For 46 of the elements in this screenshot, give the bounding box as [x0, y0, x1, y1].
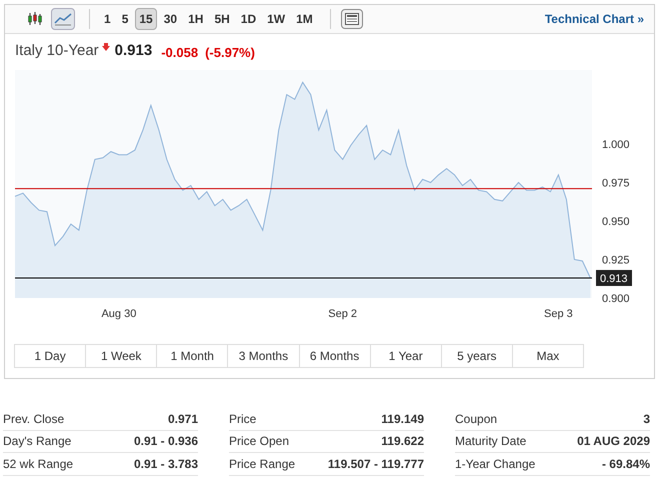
- line-chart-icon: [54, 12, 72, 26]
- stat-label: Price Open: [229, 433, 290, 450]
- table-view-button[interactable]: [340, 9, 363, 29]
- instrument-name: Italy 10-Year: [15, 40, 99, 60]
- interval-button[interactable]: 15: [135, 8, 157, 30]
- stat-value: 01 AUG 2029: [577, 433, 650, 450]
- price-marker: 0.913: [596, 270, 632, 286]
- stat-label: Coupon: [455, 410, 498, 428]
- y-tick-label: 1.000: [602, 138, 630, 151]
- y-tick-label: 0.950: [602, 216, 630, 228]
- y-tick-label: 0.925: [602, 254, 630, 266]
- interval-button[interactable]: 1: [100, 8, 115, 30]
- stat-value: 119.622: [381, 433, 424, 450]
- x-tick-label: Sep 3: [544, 308, 573, 320]
- stat-label: Prev. Close: [3, 410, 64, 428]
- stat-label: Price: [229, 410, 256, 428]
- y-tick-label: 0.900: [602, 293, 630, 305]
- stat-label: 52 wk Range: [3, 456, 74, 473]
- percent-change: (-5.97%): [205, 44, 255, 62]
- x-tick-label: Aug 30: [101, 308, 136, 320]
- stat-value: 0.91 - 3.783: [134, 456, 198, 473]
- stat-label: Day's Range: [3, 433, 72, 450]
- stat-label: 1-Year Change: [455, 456, 536, 473]
- interval-button[interactable]: 5H: [210, 8, 234, 30]
- interval-button[interactable]: 1D: [236, 8, 260, 30]
- ref-line-label: 0.913: [600, 272, 628, 285]
- interval-button[interactable]: 1W: [263, 8, 290, 30]
- stat-value: 119.149: [381, 410, 424, 428]
- x-tick-label: Sep 2: [328, 308, 358, 320]
- stat-value: - 69.84%: [602, 456, 650, 473]
- stat-value: 0.971: [168, 410, 198, 428]
- stat-value: 0.91 - 0.936: [134, 433, 198, 450]
- last-price: 0.913: [114, 40, 152, 60]
- price-change: -0.058: [161, 44, 198, 62]
- stat-value: 3: [643, 410, 650, 428]
- stat-value: 119.507 - 119.777: [328, 456, 424, 473]
- interval-button[interactable]: 30: [160, 8, 182, 30]
- interval-button[interactable]: 1H: [184, 8, 208, 30]
- technical-chart-link[interactable]: Technical Chart »: [544, 10, 644, 28]
- y-tick-label: 0.975: [602, 177, 630, 190]
- table-icon: [344, 13, 359, 25]
- interval-button[interactable]: 1M: [292, 8, 317, 30]
- stat-label: Price Range: [229, 456, 296, 473]
- interval-button[interactable]: 5: [118, 8, 132, 30]
- candlestick-icon: [27, 12, 43, 26]
- stat-label: Maturity Date: [455, 433, 526, 450]
